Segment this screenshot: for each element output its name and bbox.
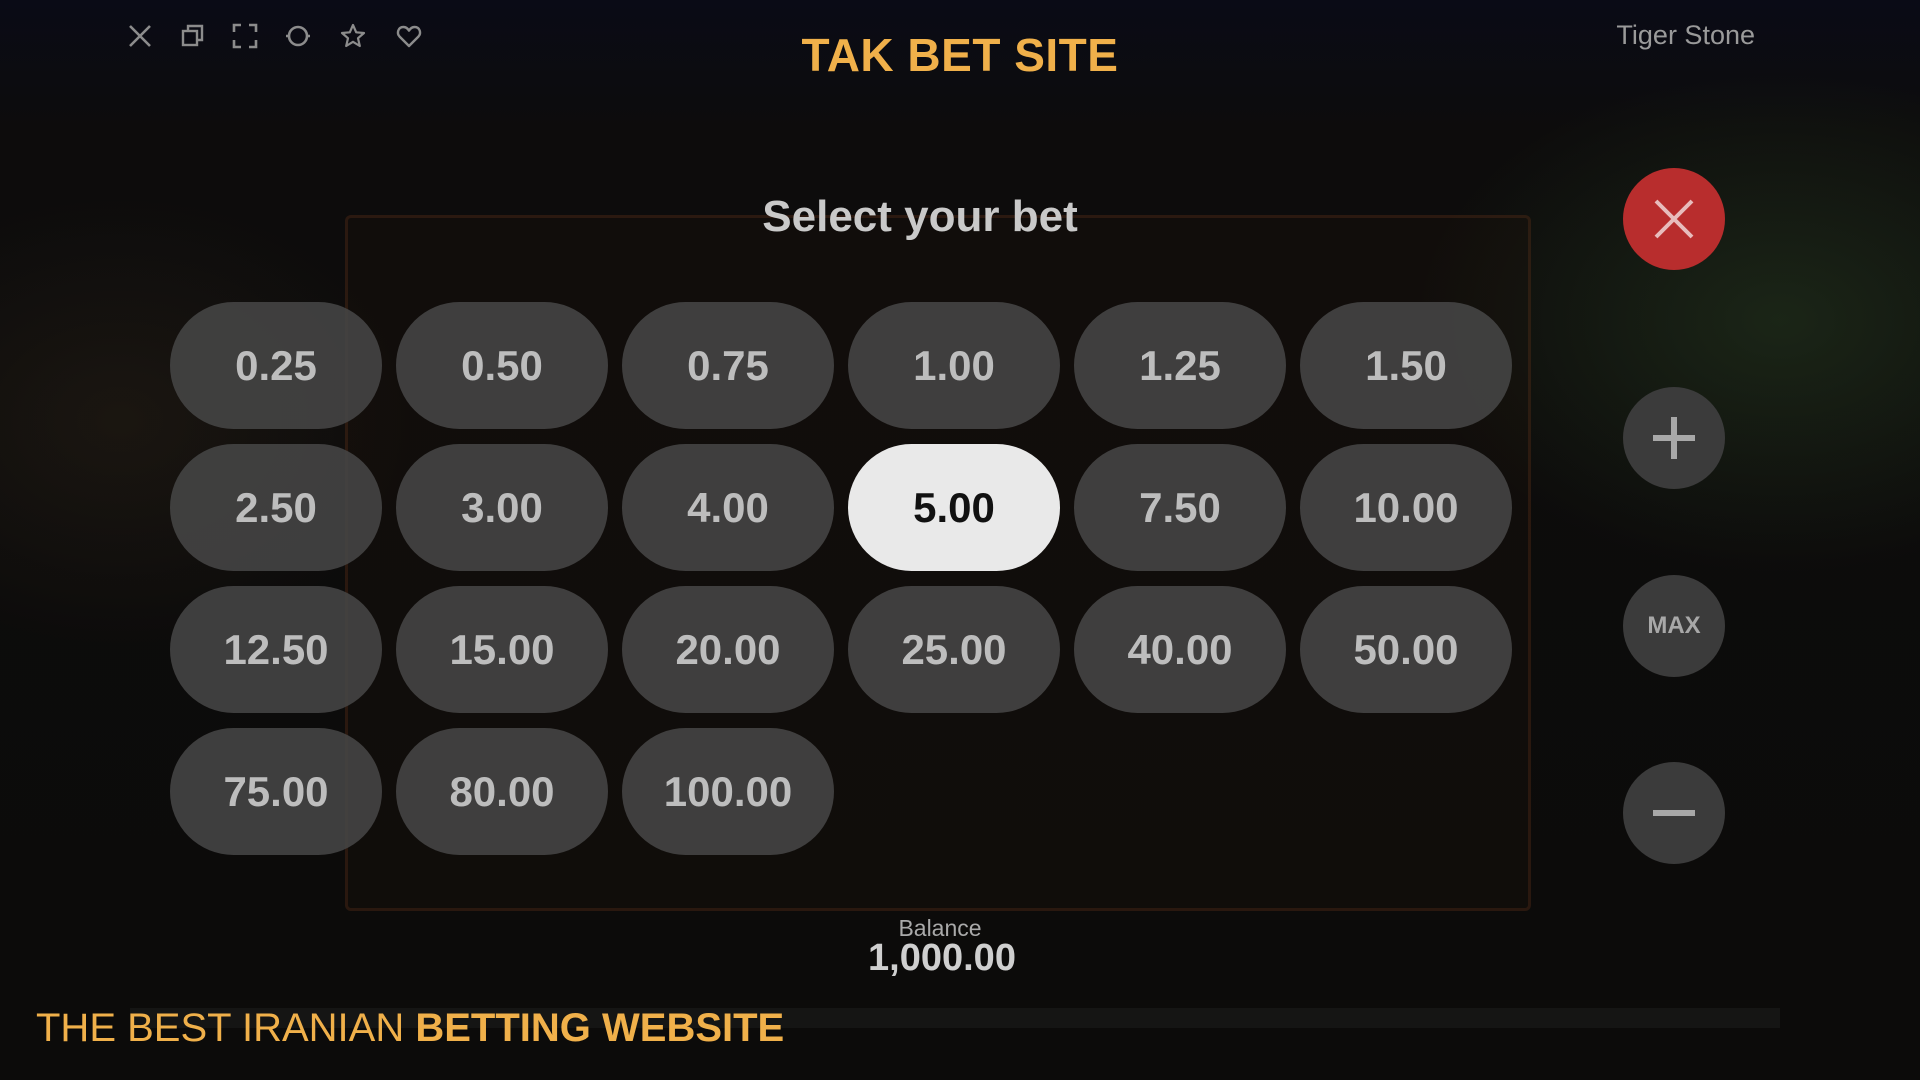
bet-option[interactable]: 0.75 — [622, 302, 834, 429]
bet-option[interactable]: 50.00 — [1300, 586, 1512, 713]
bet-option[interactable]: 4.00 — [622, 444, 834, 571]
tagline-regular: THE BEST IRANIAN — [36, 1006, 416, 1050]
balance-value: 1,000.00 — [868, 937, 1016, 979]
bet-option[interactable]: 1.25 — [1074, 302, 1286, 429]
bet-option[interactable]: 1.50 — [1300, 302, 1512, 429]
bet-option[interactable]: 15.00 — [396, 586, 608, 713]
bet-option[interactable]: 1.00 — [848, 302, 1060, 429]
bet-grid: 0.25 0.50 0.75 1.00 1.25 1.50 2.50 3.00 4.00 5.00… — [170, 302, 1512, 855]
bet-option[interactable]: 25.00 — [848, 586, 1060, 713]
decrease-bet-button[interactable] — [1623, 762, 1725, 864]
game-name: Tiger Stone — [1616, 20, 1755, 50]
bet-option[interactable]: 10.00 — [1300, 444, 1512, 571]
bet-option[interactable]: 0.25 — [170, 302, 382, 429]
plus-icon — [1653, 417, 1695, 459]
close-dialog-button[interactable] — [1623, 168, 1725, 270]
max-bet-label: MAX — [1647, 612, 1701, 639]
minus-icon — [1653, 810, 1695, 816]
max-bet-button[interactable]: MAX — [1623, 575, 1725, 677]
bet-dialog-title: Select your bet — [762, 192, 1078, 241]
bet-option[interactable]: 100.00 — [622, 728, 834, 855]
bet-option[interactable]: 3.00 — [396, 444, 608, 571]
top-bar: TAK BET SITE Tiger Stone — [0, 0, 1920, 81]
bet-option-selected[interactable]: 5.00 — [848, 444, 1060, 571]
bet-option[interactable]: 2.50 — [170, 444, 382, 571]
bet-option[interactable]: 80.00 — [396, 728, 608, 855]
bet-option[interactable]: 0.50 — [396, 302, 608, 429]
bet-option[interactable]: 7.50 — [1074, 444, 1286, 571]
tagline: THE BEST IRANIAN BETTING WEBSITE — [36, 1006, 784, 1051]
bet-option[interactable]: 20.00 — [622, 586, 834, 713]
close-icon — [1654, 199, 1694, 239]
bet-option[interactable]: 40.00 — [1074, 586, 1286, 713]
tagline-bold: BETTING WEBSITE — [415, 1006, 785, 1050]
bet-option[interactable]: 75.00 — [170, 728, 382, 855]
increase-bet-button[interactable] — [1623, 387, 1725, 489]
bet-option[interactable]: 12.50 — [170, 586, 382, 713]
